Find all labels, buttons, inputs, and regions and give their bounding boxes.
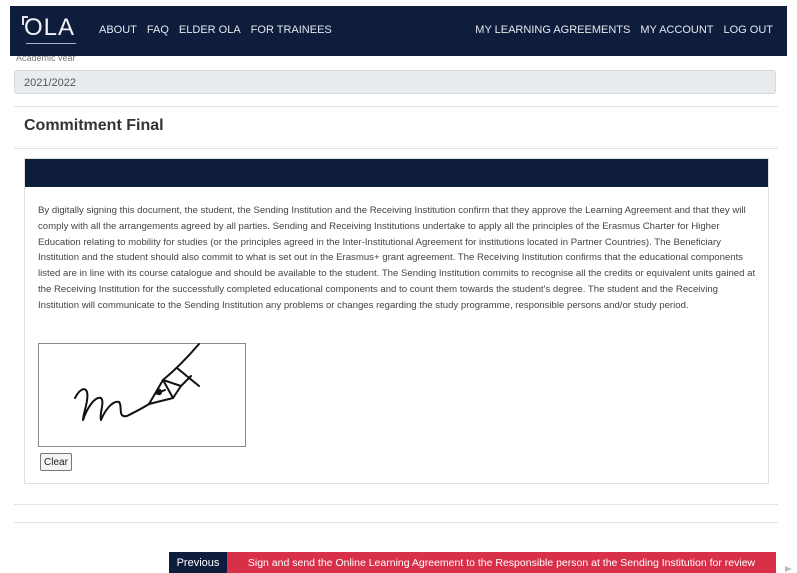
divider	[14, 504, 778, 505]
nav-my-learning-agreements[interactable]: MY LEARNING AGREEMENTS	[475, 24, 630, 36]
nav-faq[interactable]: FAQ	[147, 24, 169, 36]
clear-signature-button[interactable]: Clear	[40, 453, 72, 471]
logo-text: OLA	[24, 14, 76, 41]
nav-for-trainees[interactable]: FOR TRAINEES	[251, 24, 332, 36]
logo-underline	[26, 43, 76, 44]
signature-pad[interactable]	[38, 343, 246, 447]
divider	[14, 522, 778, 523]
divider	[14, 148, 778, 149]
nav-account: MY LEARNING AGREEMENTS MY ACCOUNT LOG OU…	[475, 24, 773, 36]
ola-logo[interactable]: OLA	[22, 13, 78, 47]
nav-elder-ola[interactable]: ELDER OLA	[179, 24, 241, 36]
commitment-card: By digitally signing this document, the …	[24, 158, 769, 484]
section-title: Commitment Final	[24, 117, 164, 134]
divider	[14, 106, 778, 107]
signature-drawing	[74, 343, 200, 421]
academic-year-field: 2021/2022	[14, 70, 776, 94]
card-header-bar	[25, 159, 768, 187]
previous-button[interactable]: Previous	[169, 552, 227, 573]
sign-and-send-button[interactable]: Sign and send the Online Learning Agreem…	[227, 552, 776, 573]
mouse-cursor-icon	[785, 566, 792, 572]
academic-year-label: Academic year	[16, 56, 76, 61]
nav-primary: ABOUT FAQ ELDER OLA FOR TRAINEES	[99, 24, 332, 36]
top-navbar: OLA ABOUT FAQ ELDER OLA FOR TRAINEES MY …	[10, 6, 787, 56]
commitment-text: By digitally signing this document, the …	[38, 205, 756, 311]
nav-my-account[interactable]: MY ACCOUNT	[640, 24, 713, 36]
nav-log-out[interactable]: LOG OUT	[723, 24, 773, 36]
nav-about[interactable]: ABOUT	[99, 24, 137, 36]
